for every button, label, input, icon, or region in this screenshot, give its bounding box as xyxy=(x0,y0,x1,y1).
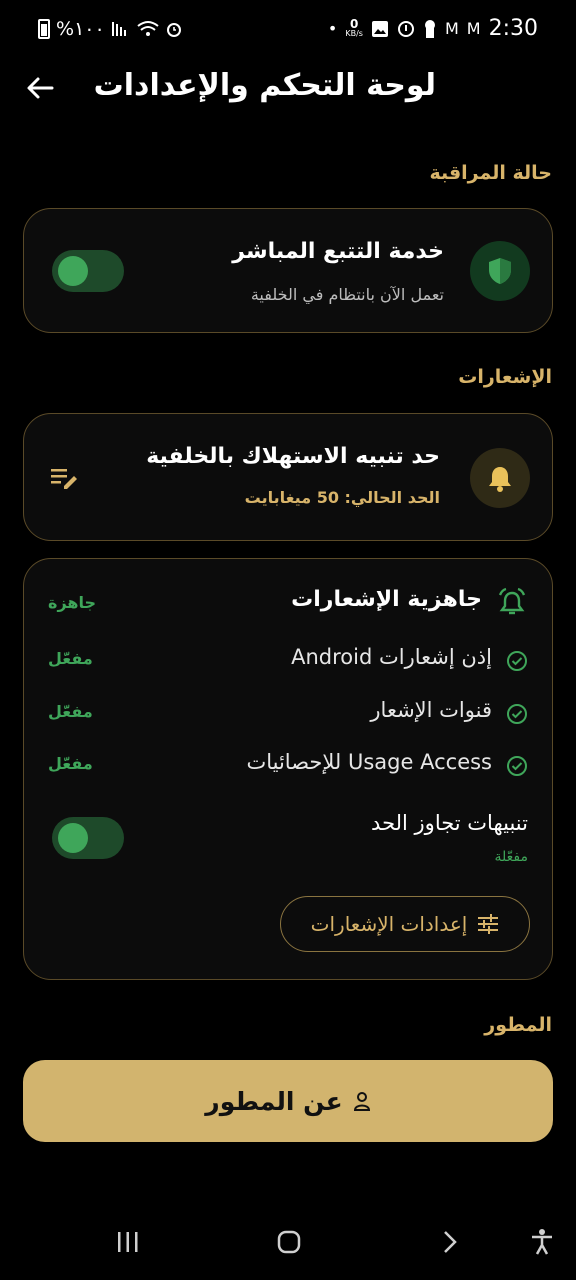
row-label: إذن إشعارات Android xyxy=(291,645,492,669)
net-speed-unit: KB/s xyxy=(345,28,363,38)
limit-card[interactable]: حد تنبيه الاستهلاك بالخلفية الحد الحالي:… xyxy=(23,413,553,541)
arrow-left-icon[interactable] xyxy=(22,70,58,106)
battery-icon xyxy=(38,19,50,39)
person-icon xyxy=(353,1092,370,1111)
tracking-subtitle: تعمل الآن بانتظام في الخلفية xyxy=(250,285,444,304)
page-title: لوحة التحكم والإعدادات xyxy=(93,68,436,103)
gmail-icon-2: M xyxy=(466,19,481,38)
overlimit-title: تنبيهات تجاوز الحد xyxy=(371,811,528,835)
bell-icon xyxy=(489,467,511,492)
about-developer-button[interactable]: عن المطور xyxy=(23,1060,553,1142)
about-developer-label: عن المطور xyxy=(205,1086,343,1116)
check-circle-icon xyxy=(507,704,527,724)
home-icon[interactable] xyxy=(277,1230,301,1254)
alarm-bell-icon xyxy=(498,587,526,615)
net-speed-value: 0 xyxy=(349,16,359,31)
battery-text: %١٠٠ xyxy=(56,18,105,40)
toggle-knob xyxy=(58,256,88,286)
shield-icon xyxy=(489,258,511,284)
readiness-card: جاهزية الإشعارات جاهزة إذن إشعارات Andro… xyxy=(23,558,553,980)
tune-icon xyxy=(478,914,499,934)
readiness-status: جاهزة xyxy=(48,593,97,612)
overlimit-status: مفعّلة xyxy=(494,849,528,865)
tracking-title: خدمة التتبع المباشر xyxy=(232,239,444,264)
section-developer: المطور xyxy=(484,1014,552,1036)
shield-icon-circle xyxy=(470,241,530,301)
tracking-card: خدمة التتبع المباشر تعمل الآن بانتظام في… xyxy=(23,208,553,333)
limit-current-prefix: الحد الحالي: xyxy=(344,488,440,507)
wifi-icon xyxy=(137,21,159,36)
status-bar: %١٠٠ • 0 KB/s M M 2:30 xyxy=(0,0,576,60)
toggle-knob xyxy=(58,823,88,853)
readiness-title: جاهزية الإشعارات xyxy=(291,587,482,612)
image-icon xyxy=(371,20,388,37)
bell-icon-circle xyxy=(470,448,530,508)
row-status: مفعّل xyxy=(48,649,93,668)
check-circle-icon xyxy=(507,651,527,671)
accessibility-icon[interactable] xyxy=(530,1228,554,1256)
row-label: Usage Access للإحصائيات xyxy=(246,750,492,774)
status-left: %١٠٠ xyxy=(38,18,183,40)
row-status: مفعّل xyxy=(48,754,93,773)
limit-current: الحد الحالي: 50 ميغابايت xyxy=(245,488,440,507)
row-status: مفعّل xyxy=(48,702,93,721)
clock-time: 2:30 xyxy=(488,16,538,41)
edit-list-icon[interactable] xyxy=(50,466,78,490)
keyhole-icon xyxy=(424,19,435,38)
info-icon xyxy=(397,20,414,37)
section-monitoring: حالة المراقبة xyxy=(429,162,552,184)
section-notifications: الإشعارات xyxy=(458,366,552,388)
recents-icon[interactable] xyxy=(116,1230,140,1254)
back-nav-icon[interactable] xyxy=(440,1230,460,1254)
dot-icon: • xyxy=(327,19,338,38)
net-speed: 0 KB/s xyxy=(345,16,363,39)
limit-current-value: 50 ميغابايت xyxy=(244,488,339,507)
notification-settings-button[interactable]: إعدادات الإشعارات xyxy=(280,896,530,952)
system-nav-bar xyxy=(0,1212,576,1280)
check-circle-icon xyxy=(507,756,527,776)
notification-settings-label: إعدادات الإشعارات xyxy=(310,912,468,936)
alarm-clock-icon xyxy=(166,23,181,37)
overlimit-toggle[interactable] xyxy=(52,817,124,859)
limit-title: حد تنبيه الاستهلاك بالخلفية xyxy=(146,444,440,469)
status-right: • 0 KB/s M M 2:30 xyxy=(328,16,538,41)
tracking-toggle[interactable] xyxy=(52,250,124,292)
row-label: قنوات الإشعار xyxy=(370,698,492,722)
signal-icon xyxy=(111,22,126,36)
gmail-icon: M xyxy=(444,19,459,38)
app-bar: لوحة التحكم والإعدادات xyxy=(0,60,576,120)
